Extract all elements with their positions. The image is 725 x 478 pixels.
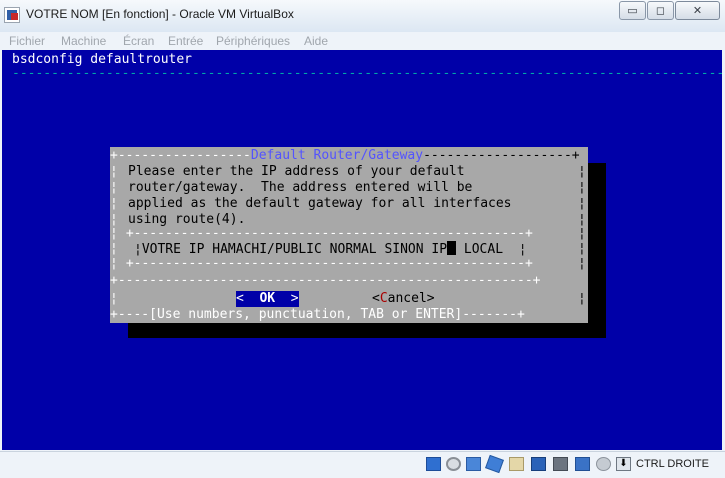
host-key-label: CTRL DROITE <box>636 458 709 470</box>
menu-aide[interactable]: Aide <box>304 34 328 48</box>
status-bar: ⬇ CTRL DROITE <box>0 451 725 478</box>
menu-bar: Fichier Machine Écran Entrée Périphériqu… <box>0 32 725 50</box>
console-header-rule: ----------------------------------------… <box>12 66 722 81</box>
dialog-separator: +---------------------------------------… <box>110 273 541 288</box>
dialog-footer-hint: +----[Use numbers, punctuation, TAB or E… <box>110 307 525 322</box>
default-router-dialog: +-----------------Default Router/Gateway… <box>110 147 588 323</box>
virtualbox-window: VOTRE NOM [En fonction] - Oracle VM Virt… <box>0 0 725 478</box>
close-icon: ✕ <box>692 4 703 17</box>
usb-icon[interactable] <box>466 457 481 471</box>
display-icon[interactable] <box>531 457 546 471</box>
text-cursor <box>447 241 457 255</box>
minimize-icon: ▭ <box>627 4 638 17</box>
menu-ecran[interactable]: Écran <box>123 34 154 48</box>
hard-disk-icon[interactable] <box>426 457 441 471</box>
menu-fichier[interactable]: Fichier <box>9 34 45 48</box>
network-icon[interactable] <box>485 454 504 474</box>
cancel-button[interactable]: <Cancel> <box>372 291 435 307</box>
gateway-input-value: ¦VOTRE IP HAMACHI/PUBLIC NORMAL SINON IP <box>134 242 448 257</box>
shared-folders-icon[interactable] <box>509 457 524 471</box>
maximize-icon: ◻ <box>655 4 666 17</box>
maximize-button[interactable]: ◻ <box>647 1 674 20</box>
mouse-integration-icon[interactable] <box>596 457 611 471</box>
prompt-line-3: applied as the default gateway for all i… <box>128 196 512 211</box>
dialog-title: Default Router/Gateway <box>250 148 424 163</box>
input-box-top: +---------------------------------------… <box>118 226 533 241</box>
minimize-button[interactable]: ▭ <box>619 1 646 20</box>
virtualbox-app-icon <box>4 7 20 23</box>
window-title: VOTRE NOM [En fonction] - Oracle VM Virt… <box>26 7 294 21</box>
guest-additions-icon[interactable] <box>575 457 590 471</box>
prompt-line-1: Please enter the IP address of your defa… <box>128 164 465 179</box>
menu-peripheriques[interactable]: Périphériques <box>216 34 290 48</box>
host-key-arrow-icon: ⬇ <box>616 457 631 471</box>
video-capture-icon[interactable] <box>553 457 568 471</box>
vm-console-screen[interactable]: bsdconfig defaultrouter ----------------… <box>2 50 722 450</box>
menu-entree[interactable]: Entrée <box>168 34 203 48</box>
title-bar[interactable]: VOTRE NOM [En fonction] - Oracle VM Virt… <box>0 0 725 32</box>
prompt-line-2: router/gateway. The address entered will… <box>128 180 473 195</box>
optical-drive-icon[interactable] <box>446 457 461 471</box>
close-button[interactable]: ✕ <box>675 1 720 20</box>
ok-button[interactable]: < OK > <box>236 291 299 307</box>
input-box-bottom: +---------------------------------------… <box>118 256 533 271</box>
menu-machine[interactable]: Machine <box>61 34 106 48</box>
dialog-top-border: +-----------------Default Router/Gateway… <box>110 148 580 163</box>
